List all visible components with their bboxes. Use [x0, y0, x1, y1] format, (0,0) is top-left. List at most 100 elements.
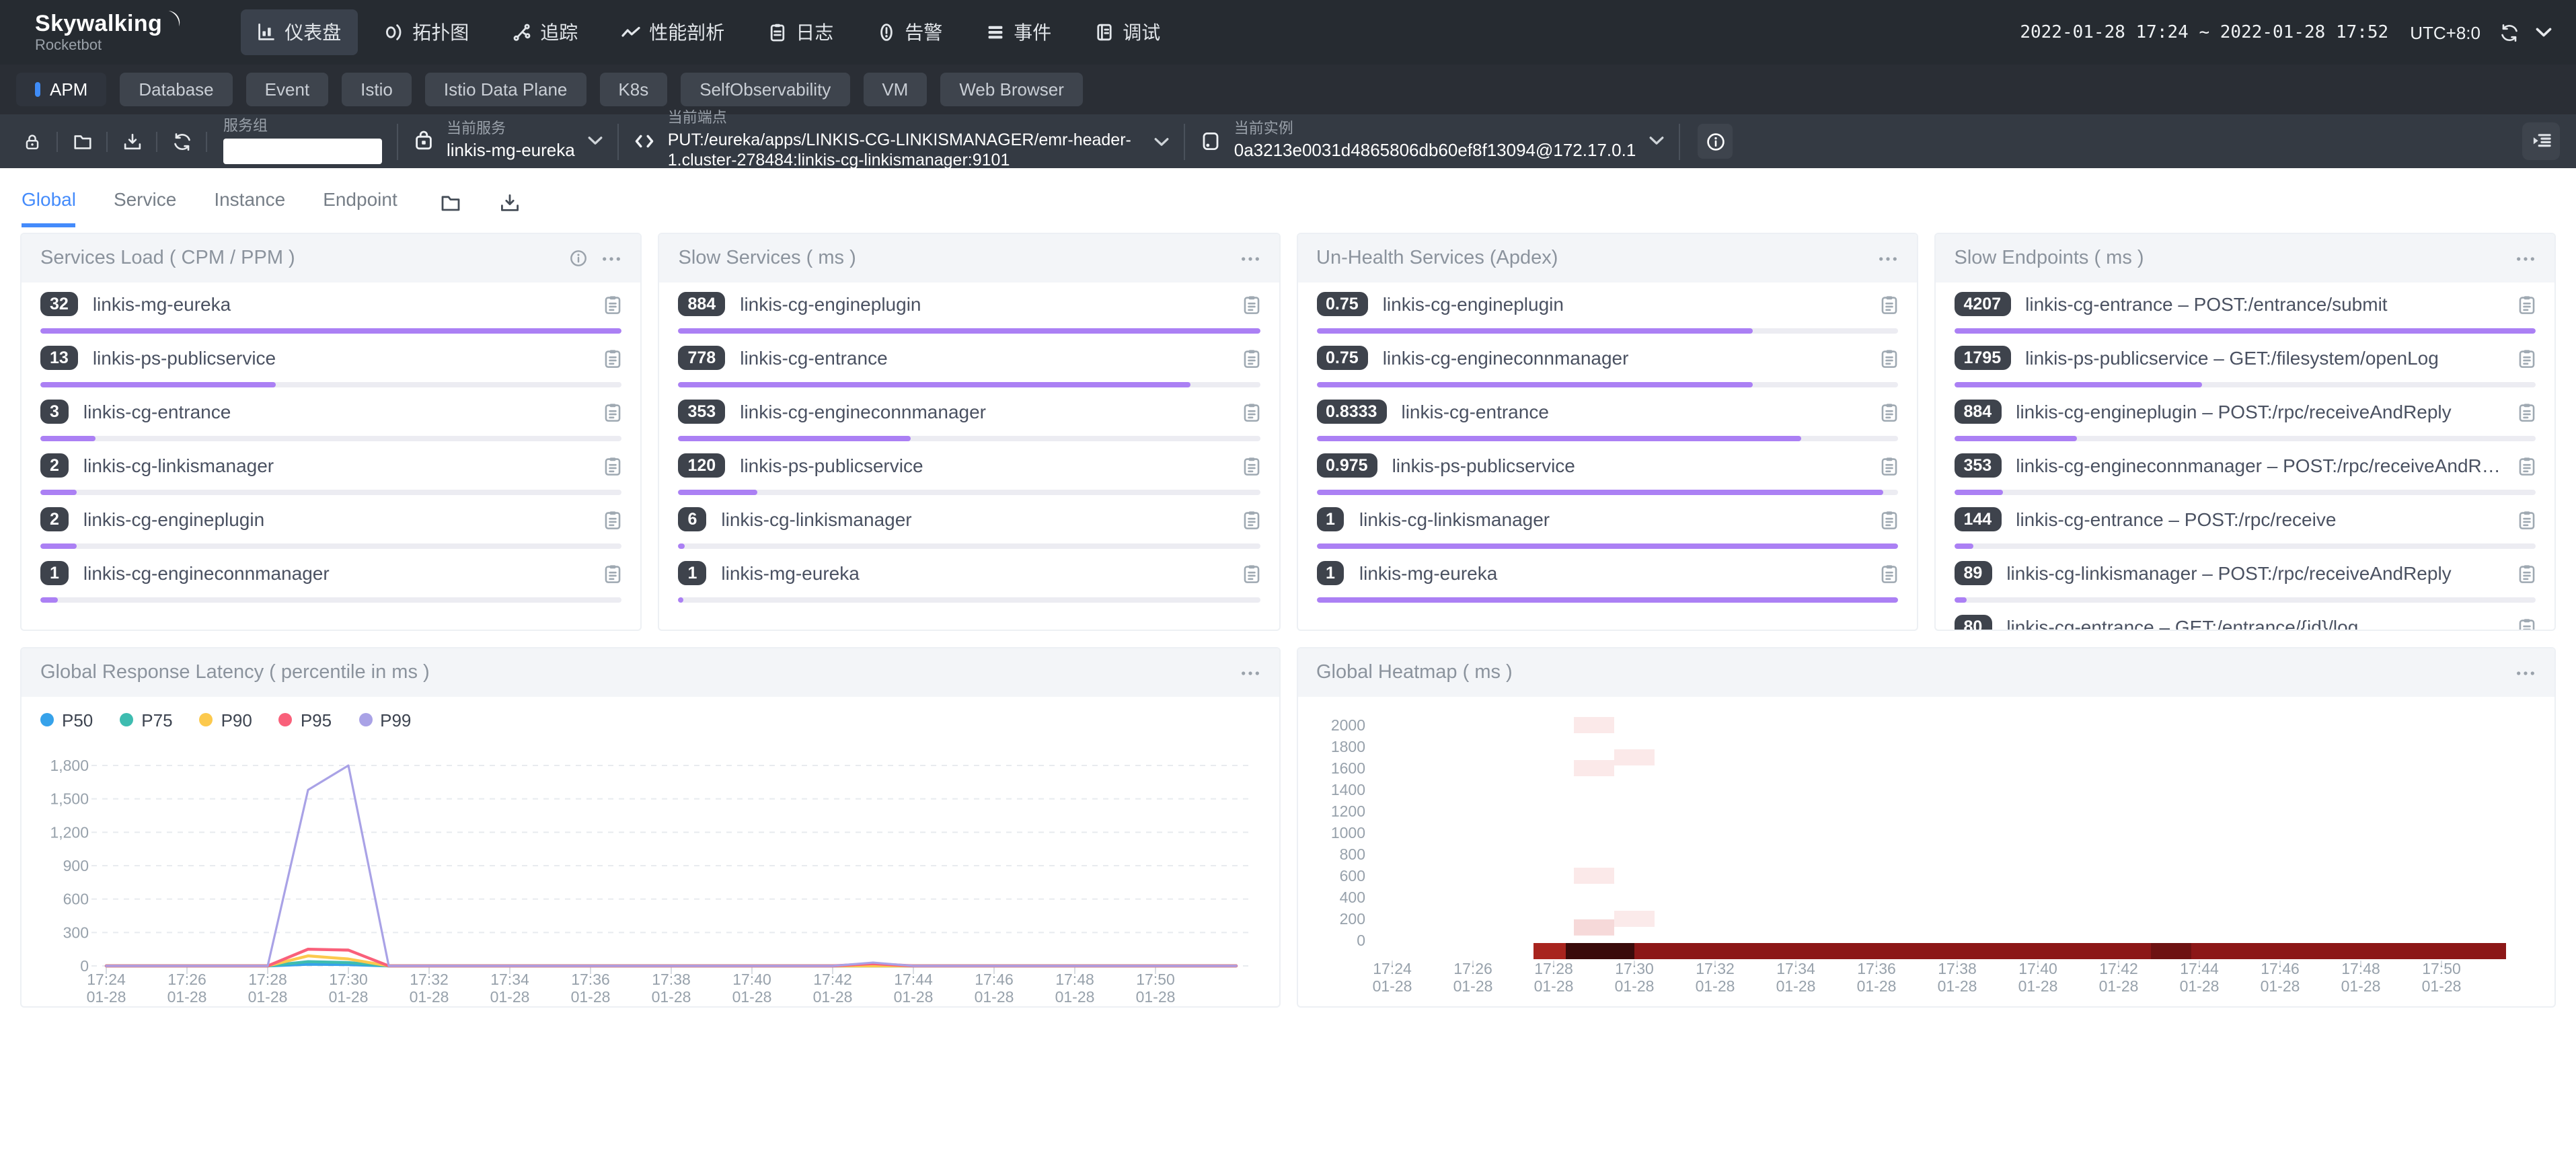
service-name[interactable]: linkis-cg-engineplugin — [83, 509, 594, 530]
service-name[interactable]: linkis-ps-publicservice — [1392, 455, 1870, 476]
service-name[interactable]: linkis-ps-publicservice – GET:/filesyste… — [2025, 347, 2507, 369]
service-name[interactable]: linkis-cg-engineconnmanager – POST:/rpc/… — [2016, 455, 2507, 476]
tab-service[interactable]: Service — [114, 188, 176, 227]
dashboard-tab-k8s[interactable]: K8s — [599, 73, 667, 106]
folder-icon[interactable] — [66, 125, 98, 157]
nav-item-alarm[interactable]: 告警 — [860, 9, 958, 55]
copy-icon[interactable] — [1242, 563, 1260, 583]
copy-icon[interactable] — [605, 294, 622, 314]
tab-global[interactable]: Global — [22, 188, 76, 227]
legend-item-P90[interactable]: P90 — [200, 710, 252, 730]
copy-icon[interactable] — [2518, 455, 2536, 476]
copy-icon[interactable] — [605, 348, 622, 368]
service-name[interactable]: linkis-cg-engineconnmanager — [83, 562, 594, 584]
dashboard-tab-web-browser[interactable]: Web Browser — [940, 73, 1083, 106]
nav-item-trace[interactable]: 追踪 — [496, 9, 594, 55]
chevron-down-icon[interactable] — [1649, 137, 1664, 146]
timezone-label[interactable]: UTC+8:0 — [2410, 22, 2480, 42]
copy-icon[interactable] — [605, 563, 622, 583]
current-service-selector[interactable]: 当前服务 linkis-mg-eureka — [413, 120, 603, 162]
service-name[interactable]: linkis-cg-engineplugin — [740, 293, 1232, 315]
service-name[interactable]: linkis-mg-eureka — [1359, 562, 1870, 584]
refresh-icon[interactable] — [2499, 22, 2520, 42]
service-name[interactable]: linkis-cg-entrance — [1401, 401, 1869, 422]
collapse-panel-icon[interactable] — [2522, 122, 2560, 160]
dashboard-tab-istio[interactable]: Istio — [342, 73, 412, 106]
info-icon[interactable] — [570, 249, 589, 268]
copy-icon[interactable] — [605, 402, 622, 422]
service-name[interactable]: linkis-cg-linkismanager — [721, 509, 1232, 530]
more-options-icon[interactable] — [602, 255, 622, 262]
service-name[interactable]: linkis-cg-engineconnmanager — [1383, 347, 1870, 369]
more-options-icon[interactable] — [2515, 255, 2536, 262]
legend-item-P50[interactable]: P50 — [40, 710, 93, 730]
copy-icon[interactable] — [1881, 402, 1898, 422]
dashboard-tab-event[interactable]: Event — [246, 73, 329, 106]
service-name[interactable]: linkis-cg-engineplugin — [1383, 293, 1870, 315]
more-options-icon[interactable] — [1240, 669, 1260, 676]
copy-icon[interactable] — [1242, 348, 1260, 368]
chevron-down-icon[interactable] — [1155, 137, 1170, 146]
more-options-icon[interactable] — [1878, 255, 1898, 262]
copy-icon[interactable] — [605, 455, 622, 476]
copy-icon[interactable] — [1881, 348, 1898, 368]
dashboard-tab-istio-data-plane[interactable]: Istio Data Plane — [425, 73, 586, 106]
download-icon[interactable] — [116, 125, 148, 157]
legend-item-P75[interactable]: P75 — [120, 710, 172, 730]
copy-icon[interactable] — [1242, 455, 1260, 476]
nav-item-profile[interactable]: 性能剖析 — [605, 9, 741, 55]
copy-icon[interactable] — [1881, 294, 1898, 314]
service-name[interactable]: linkis-ps-publicservice — [740, 455, 1232, 476]
copy-icon[interactable] — [1242, 402, 1260, 422]
service-group-input[interactable] — [223, 139, 382, 165]
service-name[interactable]: linkis-cg-entrance – POST:/rpc/receive — [2016, 509, 2507, 530]
nav-item-debug[interactable]: 调试 — [1078, 9, 1176, 55]
copy-icon[interactable] — [2518, 294, 2536, 314]
tab-instance[interactable]: Instance — [214, 188, 285, 227]
time-range-picker[interactable]: 2022-01-28 17:24 ~ 2022-01-28 17:52 — [2020, 22, 2388, 42]
lock-icon[interactable] — [16, 125, 48, 157]
copy-icon[interactable] — [1881, 509, 1898, 529]
service-name[interactable]: linkis-cg-entrance — [83, 401, 594, 422]
dashboard-tab-selfobservability[interactable]: SelfObservability — [681, 73, 849, 106]
copy-icon[interactable] — [2518, 509, 2536, 529]
nav-item-log[interactable]: 日志 — [751, 9, 849, 55]
service-name[interactable]: linkis-cg-engineconnmanager — [740, 401, 1232, 422]
service-name[interactable]: linkis-cg-linkismanager – POST:/rpc/rece… — [2006, 562, 2507, 584]
dashboard-tab-database[interactable]: Database — [120, 73, 232, 106]
nav-item-topology[interactable]: 拓扑图 — [368, 9, 485, 55]
copy-icon[interactable] — [2518, 563, 2536, 583]
service-name[interactable]: linkis-cg-entrance – GET:/entrance/{id}/… — [2006, 616, 2507, 631]
nav-item-event[interactable]: 事件 — [969, 9, 1067, 55]
dashboard-tab-vm[interactable]: VM — [863, 73, 927, 106]
copy-icon[interactable] — [1242, 509, 1260, 529]
copy-icon[interactable] — [1242, 294, 1260, 314]
service-name[interactable]: linkis-cg-linkismanager — [1359, 509, 1870, 530]
service-name[interactable]: linkis-ps-publicservice — [93, 347, 594, 369]
chevron-down-icon[interactable] — [589, 137, 603, 146]
service-name[interactable]: linkis-cg-linkismanager — [83, 455, 594, 476]
copy-icon[interactable] — [2518, 402, 2536, 422]
copy-icon[interactable] — [605, 509, 622, 529]
tab-endpoint[interactable]: Endpoint — [323, 188, 397, 227]
download-icon[interactable] — [500, 192, 521, 214]
service-name[interactable]: linkis-mg-eureka — [721, 562, 1232, 584]
copy-icon[interactable] — [2518, 348, 2536, 368]
legend-item-P99[interactable]: P99 — [358, 710, 411, 730]
refresh-icon[interactable] — [165, 125, 198, 157]
chevron-down-icon[interactable] — [2536, 27, 2552, 38]
info-button[interactable] — [1698, 124, 1733, 159]
service-name[interactable]: linkis-cg-entrance — [740, 347, 1232, 369]
copy-icon[interactable] — [2518, 617, 2536, 631]
folder-icon[interactable] — [441, 192, 462, 214]
service-name[interactable]: linkis-mg-eureka — [93, 293, 594, 315]
legend-item-P95[interactable]: P95 — [279, 710, 332, 730]
service-name[interactable]: linkis-cg-engineplugin – POST:/rpc/recei… — [2016, 401, 2507, 422]
current-instance-selector[interactable]: 当前实例 0a3213e0031d4865806db60ef8f13094@17… — [1201, 120, 1665, 162]
service-name[interactable]: linkis-cg-entrance – POST:/entrance/subm… — [2025, 293, 2507, 315]
dashboard-tab-apm[interactable]: APM — [16, 73, 106, 106]
copy-icon[interactable] — [1881, 563, 1898, 583]
nav-item-dashboard[interactable]: 仪表盘 — [240, 9, 357, 55]
copy-icon[interactable] — [1881, 455, 1898, 476]
more-options-icon[interactable] — [2515, 669, 2536, 676]
